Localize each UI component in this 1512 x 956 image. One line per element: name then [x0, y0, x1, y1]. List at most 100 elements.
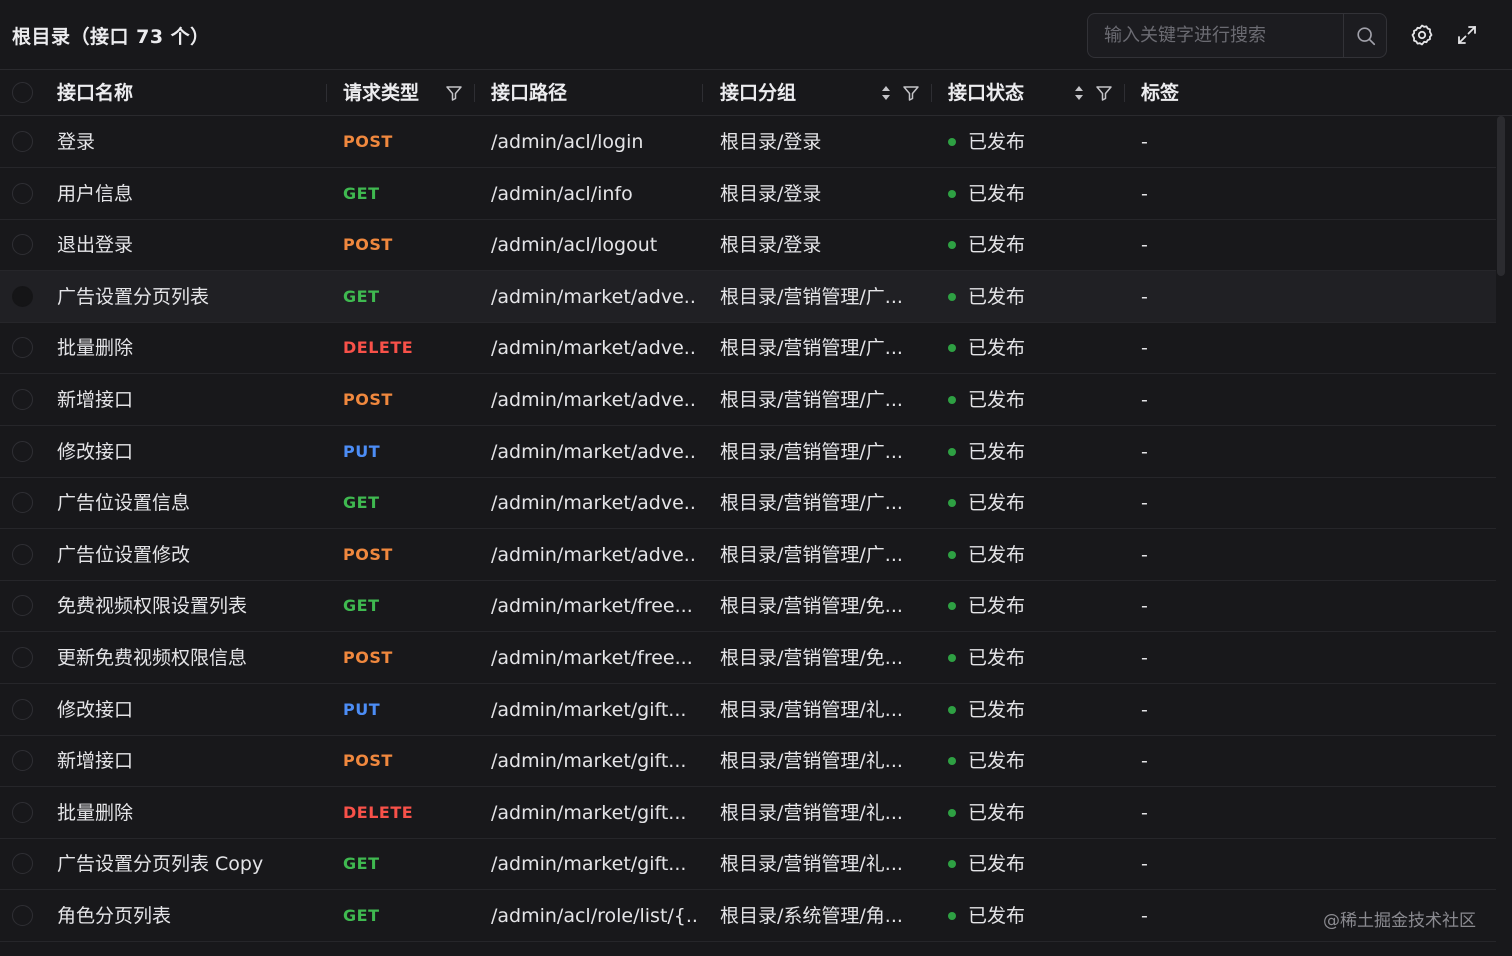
table-row[interactable]: 新增接口 POST /admin/market/gift... 根目录/营销管理… [0, 735, 1496, 788]
status-dot-icon [948, 808, 956, 817]
column-header-status[interactable]: 接口状态 [948, 70, 1024, 116]
fullscreen-button[interactable] [1454, 22, 1480, 48]
row-checkbox[interactable] [12, 750, 33, 772]
api-tags: - [1141, 750, 1148, 773]
sort-icon[interactable] [876, 83, 896, 103]
table-row[interactable]: 广告设置分页列表 Copy GET /admin/market/gift... … [0, 838, 1496, 891]
api-path: /admin/market/gift... [491, 698, 687, 721]
status-badge: 已发布 [968, 905, 1026, 927]
status-badge: 已发布 [968, 492, 1026, 515]
api-name[interactable]: 批量删除 [57, 322, 319, 374]
api-tags: - [1141, 182, 1148, 205]
row-checkbox[interactable] [12, 182, 33, 204]
column-divider[interactable] [702, 84, 703, 102]
api-path: /admin/acl/role/list/{... [491, 905, 696, 927]
column-header-path[interactable]: 接口路径 [491, 70, 567, 116]
search-button[interactable] [1343, 14, 1387, 57]
status-badge: 已发布 [968, 698, 1026, 721]
table-row[interactable]: 修改接口 PUT /admin/market/adve... 根目录/营销管理/… [0, 426, 1496, 478]
table-row[interactable]: 新增接口 POST /admin/market/adve... 根目录/营销管理… [0, 374, 1496, 426]
table-row[interactable]: 广告位设置信息 GET /admin/market/adve... 根目录/营销… [0, 477, 1496, 530]
status-badge: 已发布 [968, 182, 1026, 205]
api-name[interactable]: 更新免费视频权限信息 [57, 632, 319, 684]
table-row[interactable]: 更新免费视频权限信息 POST /admin/market/free... 根目… [0, 632, 1496, 684]
api-group: 根目录/登录 [720, 182, 822, 205]
row-checkbox[interactable] [12, 853, 33, 875]
api-name[interactable]: 角色分页列表 [57, 890, 319, 942]
api-group: 根目录/登录 [720, 131, 822, 153]
column-divider[interactable] [931, 84, 932, 102]
row-checkbox[interactable] [12, 905, 33, 926]
vertical-scrollbar[interactable] [1497, 116, 1505, 276]
column-header-group[interactable]: 接口分组 [720, 70, 796, 116]
table-row[interactable]: 登录 POST /admin/acl/login 根目录/登录 已发布 - [0, 116, 1496, 168]
column-header-method[interactable]: 请求类型 [343, 70, 419, 116]
api-name[interactable]: 新增接口 [57, 735, 319, 787]
api-name[interactable]: 新增接口 [57, 374, 319, 426]
expand-icon [1458, 26, 1476, 44]
filter-icon[interactable] [444, 83, 464, 103]
table-row[interactable]: 广告位设置修改 POST /admin/market/adve... 根目录/营… [0, 529, 1496, 581]
api-name[interactable]: 修改接口 [57, 684, 319, 736]
filter-icon[interactable] [1094, 83, 1114, 103]
api-name[interactable]: 广告设置分页列表 Copy [57, 838, 319, 890]
row-checkbox[interactable] [12, 492, 33, 514]
api-name[interactable]: 广告设置分页列表 [57, 271, 319, 323]
api-path: /admin/market/adve... [491, 440, 696, 463]
table-row[interactable]: 用户信息 GET /admin/acl/info 根目录/登录 已发布 - [0, 168, 1496, 220]
table-row[interactable]: 免费视频权限设置列表 GET /admin/market/free... 根目录… [0, 580, 1496, 633]
api-name[interactable]: 免费视频权限设置列表 [57, 580, 319, 632]
row-checkbox[interactable] [12, 389, 33, 410]
table-row[interactable]: 批量删除 DELETE /admin/market/adve... 根目录/营销… [0, 322, 1496, 375]
api-name[interactable]: 登录 [57, 116, 319, 168]
row-checkbox[interactable] [12, 698, 33, 720]
gear-icon [1411, 24, 1433, 46]
api-path: /admin/acl/info [491, 182, 633, 205]
row-checkbox[interactable] [12, 595, 33, 617]
api-name[interactable]: 用户信息 [57, 168, 319, 220]
column-divider[interactable] [1124, 84, 1125, 102]
row-checkbox[interactable] [12, 285, 33, 307]
settings-button[interactable] [1409, 22, 1435, 48]
request-method: DELETE [343, 338, 414, 358]
table-row[interactable]: 退出登录 POST /admin/acl/logout 根目录/登录 已发布 - [0, 219, 1496, 272]
row-checkbox[interactable] [12, 234, 33, 256]
row-checkbox[interactable] [12, 131, 33, 152]
api-name[interactable]: 广告位设置信息 [57, 477, 319, 529]
api-path: /admin/market/gift... [491, 801, 687, 824]
api-name[interactable]: 广告位设置修改 [57, 529, 319, 581]
api-group: 根目录/营销管理/广... [720, 440, 903, 463]
table-row[interactable]: 广告设置分页列表 GET /admin/market/adve... 根目录/营… [0, 270, 1496, 323]
row-checkbox[interactable] [12, 647, 33, 668]
filter-icon[interactable] [901, 83, 921, 103]
search-input[interactable] [1088, 14, 1343, 57]
request-method: GET [343, 493, 380, 513]
table-row[interactable]: 角色分页列表 GET /admin/acl/role/list/{... 根目录… [0, 890, 1496, 942]
status-badge: 已发布 [968, 595, 1026, 618]
row-checkbox[interactable] [12, 337, 33, 359]
column-divider[interactable] [326, 84, 327, 102]
api-tags: - [1141, 543, 1148, 566]
table-row[interactable]: 批量删除 DELETE /admin/market/gift... 根目录/营销… [0, 787, 1496, 839]
row-checkbox[interactable] [12, 440, 33, 462]
page-title: 根目录（接口 73 个） [12, 26, 210, 48]
api-path: /admin/market/adve... [491, 543, 696, 566]
status-dot-icon [948, 602, 956, 611]
column-header-tags[interactable]: 标签 [1141, 70, 1179, 116]
request-method: POST [343, 751, 393, 771]
api-group: 根目录/系统管理/角... [720, 905, 903, 927]
sort-icon[interactable] [1069, 83, 1089, 103]
table-row[interactable]: 修改接口 PUT /admin/market/gift... 根目录/营销管理/… [0, 684, 1496, 736]
api-group: 根目录/营销管理/广... [720, 337, 903, 360]
row-checkbox[interactable] [12, 801, 33, 823]
api-name[interactable]: 退出登录 [57, 219, 319, 271]
api-name[interactable]: 修改接口 [57, 426, 319, 478]
column-header-name[interactable]: 接口名称 [57, 70, 133, 116]
status-badge: 已发布 [968, 285, 1026, 308]
status-dot-icon [948, 757, 956, 766]
api-name[interactable]: 批量删除 [57, 787, 319, 839]
select-all-checkbox[interactable] [12, 82, 33, 103]
api-tags: - [1141, 234, 1148, 257]
row-checkbox[interactable] [12, 543, 33, 565]
column-divider[interactable] [474, 84, 475, 102]
